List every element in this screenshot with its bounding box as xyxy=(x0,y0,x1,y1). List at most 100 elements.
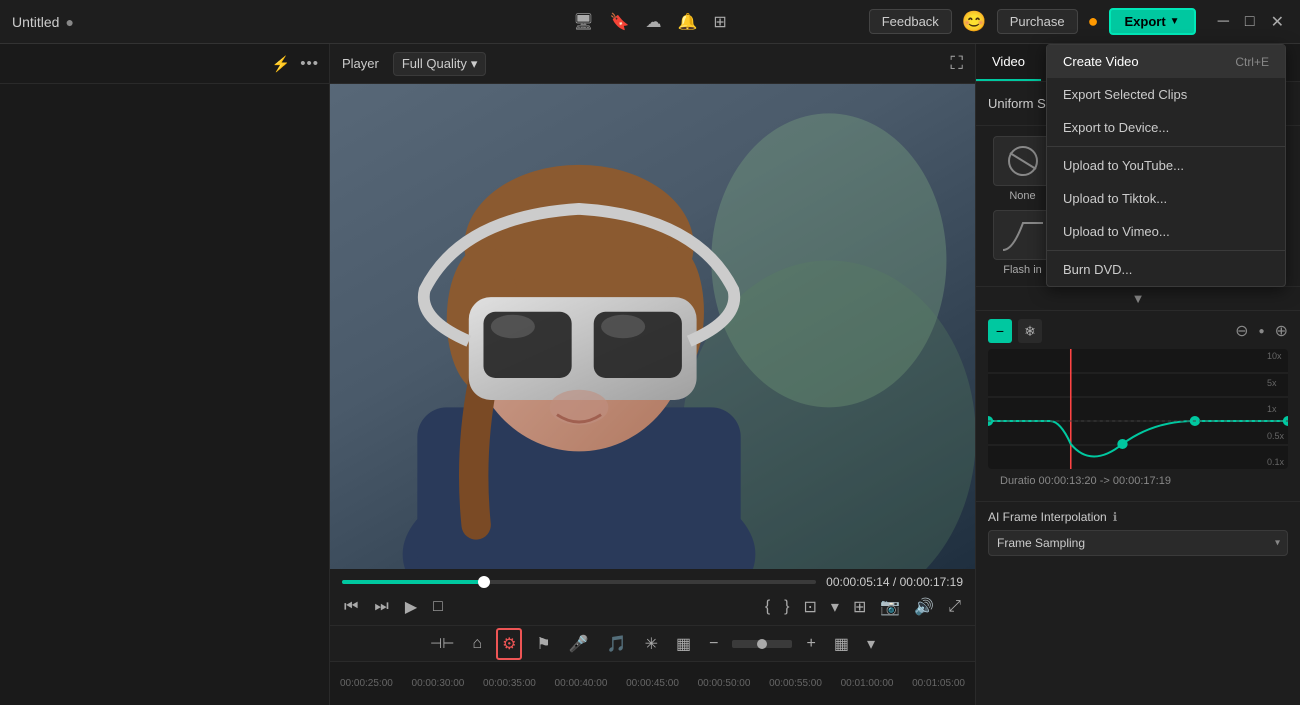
more-options-icon[interactable]: ••• xyxy=(300,55,319,72)
topbar-right: Feedback 😊 Purchase ● Export ▼ ─ □ ✕ xyxy=(869,8,1288,35)
zoom-in-button[interactable]: + xyxy=(802,631,819,657)
topbar-center-icons: 🖥 🔖 ☁ 🔔 ⊞ xyxy=(573,12,727,32)
player-header-right: ⛶ xyxy=(950,53,963,74)
zoom-slider[interactable] xyxy=(732,640,792,648)
graph-zoom-in-icon[interactable]: ⊕ xyxy=(1275,321,1288,341)
notes-tool-button[interactable]: 🎵 xyxy=(603,630,631,658)
copy-frame-button[interactable]: ⊞ xyxy=(851,595,868,619)
app-title: Untitled xyxy=(12,14,59,30)
progress-bar[interactable] xyxy=(342,580,816,584)
ts-0: 00:00:25:00 xyxy=(340,678,393,689)
play-button[interactable]: ▶ xyxy=(403,595,419,619)
purchase-button[interactable]: Purchase xyxy=(997,9,1078,34)
more-options-icon[interactable]: ▾ xyxy=(863,630,879,658)
flag-tool-button[interactable]: ⚑ xyxy=(532,630,554,658)
video-container xyxy=(330,84,975,569)
graph-minus-button[interactable]: − xyxy=(988,319,1012,343)
ai-info-icon[interactable]: ℹ xyxy=(1113,510,1118,524)
export-selected-label: Export Selected Clips xyxy=(1063,87,1187,102)
volume-button[interactable]: 🔊 xyxy=(912,595,936,619)
bookmark-icon[interactable]: 🔖 xyxy=(610,12,630,32)
export-button[interactable]: Export ▼ xyxy=(1109,8,1196,35)
effects-tool-button[interactable]: ✳ xyxy=(641,630,662,658)
preset-none-label: None xyxy=(1009,190,1035,202)
upload-tiktok-label: Upload to Tiktok... xyxy=(1063,191,1167,206)
window-controls: ─ □ ✕ xyxy=(1214,10,1288,34)
trim-button[interactable]: ⊡ xyxy=(802,595,819,619)
timeline-home-icon[interactable]: ⌂ xyxy=(468,631,486,657)
quality-label: Full Quality xyxy=(402,56,467,71)
mark-in-button[interactable]: { xyxy=(763,596,772,618)
mark-out-button[interactable]: } xyxy=(782,596,791,618)
title-status-icon: ● xyxy=(65,14,73,30)
bell-icon[interactable]: 🔔 xyxy=(677,12,697,32)
tab-video-label: Video xyxy=(992,54,1025,69)
skip-back-button[interactable]: ⏮ xyxy=(342,596,360,618)
close-button[interactable]: ✕ xyxy=(1267,10,1288,34)
ts-7: 00:01:00:00 xyxy=(841,678,894,689)
upload-youtube-item[interactable]: Upload to YouTube... xyxy=(1047,149,1285,182)
feedback-button[interactable]: Feedback xyxy=(869,9,952,34)
export-label: Export xyxy=(1125,14,1166,29)
ts-8: 00:01:05:00 xyxy=(912,678,965,689)
duration-info: Duratio 00:00:13:20 -> 00:00:17:19 xyxy=(988,469,1288,493)
topbar: Untitled ● 🖥 🔖 ☁ 🔔 ⊞ Feedback 😊 Purchase… xyxy=(0,0,1300,44)
video-frame xyxy=(330,84,975,569)
profile-icon[interactable]: 😊 xyxy=(962,9,987,34)
frame-back-button[interactable]: ⏭ xyxy=(372,596,390,618)
gear-tool-button[interactable]: ⚙ xyxy=(496,628,522,660)
player-controls: 00:00:05:14 / 00:00:17:19 ⏮ ⏭ ▶ □ { } ⊡ … xyxy=(330,569,975,625)
timeline-toolbar: ⊣⊢ ⌂ ⚙ ⚑ 🎤 🎵 ✳ ▦ − + ▦ ▾ xyxy=(330,626,975,662)
caption-tool-button[interactable]: ▦ xyxy=(672,630,695,658)
tab-video[interactable]: Video xyxy=(976,44,1041,81)
left-panel: ⚡ ••• xyxy=(0,44,330,705)
export-selected-clips-item[interactable]: Export Selected Clips xyxy=(1047,78,1285,111)
burn-dvd-label: Burn DVD... xyxy=(1063,262,1132,277)
control-buttons: ⏮ ⏭ ▶ □ { } ⊡ ▾ ⊞ 📷 🔊 ⤢ xyxy=(342,595,963,619)
grid-icon[interactable]: ⊞ xyxy=(713,12,726,32)
ts-2: 00:00:35:00 xyxy=(483,678,536,689)
cloud-icon[interactable]: ☁ xyxy=(645,12,661,32)
ai-select[interactable]: Frame Sampling Optical Flow xyxy=(988,530,1288,556)
filter-icon[interactable]: ⚡ xyxy=(272,55,291,73)
create-video-item[interactable]: Create Video Ctrl+E xyxy=(1047,45,1285,78)
progress-bar-area: 00:00:05:14 / 00:00:17:19 xyxy=(342,575,963,589)
export-to-device-label: Export to Device... xyxy=(1063,120,1169,135)
export-to-device-item[interactable]: Export to Device... xyxy=(1047,111,1285,144)
upload-tiktok-item[interactable]: Upload to Tiktok... xyxy=(1047,182,1285,215)
resize-left-icon[interactable]: ⊣⊢ xyxy=(426,631,458,656)
graph-zoom-out-icon[interactable]: ⊖ xyxy=(1235,321,1248,341)
quality-dropdown[interactable]: Full Quality ▾ xyxy=(393,52,487,76)
graph-snowflake-button[interactable]: ❄ xyxy=(1018,319,1042,343)
mic-tool-button[interactable]: 🎤 xyxy=(565,630,593,658)
graph-area: − ❄ ⊖ ● ⊕ xyxy=(976,310,1300,501)
player-label: Player xyxy=(342,56,379,71)
expand-arrow-icon[interactable]: ▼ xyxy=(1132,291,1145,306)
graph-label-1x: 1x xyxy=(1267,404,1284,414)
dropdown-divider-2 xyxy=(1047,250,1285,251)
coin-icon[interactable]: ● xyxy=(1088,11,1099,32)
upload-vimeo-label: Upload to Vimeo... xyxy=(1063,224,1170,239)
burn-dvd-item[interactable]: Burn DVD... xyxy=(1047,253,1285,286)
vr-video-svg xyxy=(330,84,975,569)
grid-options-icon[interactable]: ▦ xyxy=(830,630,853,658)
graph-label-10x: 10x xyxy=(1267,351,1284,361)
ai-interpolation-label: AI Frame Interpolation xyxy=(988,510,1107,524)
graph-label-5x: 5x xyxy=(1267,378,1284,388)
image-expand-icon[interactable]: ⛶ xyxy=(950,53,963,74)
duration-label: Duratio xyxy=(1000,475,1035,487)
minimize-button[interactable]: ─ xyxy=(1214,11,1233,33)
graph-dot-icon: ● xyxy=(1259,326,1265,337)
upload-vimeo-item[interactable]: Upload to Vimeo... xyxy=(1047,215,1285,248)
create-video-label: Create Video xyxy=(1063,54,1139,69)
player-header: Player Full Quality ▾ ⛶ xyxy=(330,44,975,84)
fullscreen-button[interactable]: ⤢ xyxy=(946,596,963,618)
player-area: Player Full Quality ▾ ⛶ xyxy=(330,44,975,705)
export-dropdown: Create Video Ctrl+E Export Selected Clip… xyxy=(1046,44,1286,287)
monitor-icon[interactable]: 🖥 xyxy=(573,12,593,32)
stop-button[interactable]: □ xyxy=(431,596,445,618)
ai-interpolation-label-area: AI Frame Interpolation ℹ xyxy=(988,510,1288,524)
zoom-out-button[interactable]: − xyxy=(705,631,722,657)
maximize-button[interactable]: □ xyxy=(1241,11,1259,33)
screenshot-button[interactable]: 📷 xyxy=(878,595,902,619)
